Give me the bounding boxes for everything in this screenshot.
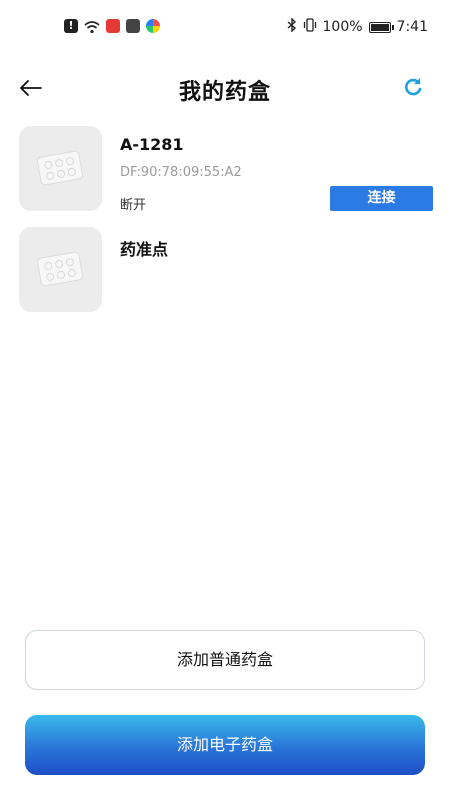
battery-percent: 100%	[322, 19, 363, 35]
wifi-icon	[84, 19, 100, 34]
clock: 7:41	[396, 19, 428, 35]
app-header: 我的药盒	[0, 60, 450, 116]
device-name: A-1281	[120, 135, 184, 154]
alert-icon: !	[64, 19, 78, 33]
pillbox-icon	[37, 251, 83, 287]
connect-button[interactable]: 连接	[330, 186, 433, 211]
refresh-icon	[405, 78, 422, 96]
refresh-button[interactable]	[402, 76, 426, 100]
system-indicators: 100% 7:41	[287, 17, 428, 36]
vibrate-icon	[303, 18, 317, 36]
pillbox-icon	[37, 150, 83, 186]
red-app-icon	[106, 19, 120, 33]
battery-icon	[368, 21, 394, 33]
notification-icons: !	[64, 19, 160, 34]
device-status: 断开	[120, 198, 147, 213]
page-title: 我的药盒	[178, 80, 271, 105]
mail-icon	[126, 19, 140, 33]
device-mac: DF:90:78:09:55:A2	[120, 165, 242, 180]
device-name: 药准点	[120, 240, 169, 259]
pillbox-thumbnail	[19, 126, 102, 211]
add-normal-pillbox-button[interactable]: 添加普通药盒	[25, 630, 425, 690]
device-item[interactable]: A-1281 DF:90:78:09:55:A2 断开 连接	[0, 126, 450, 227]
device-item[interactable]: 药准点	[0, 227, 450, 328]
pillbox-thumbnail	[19, 227, 102, 312]
device-list: A-1281 DF:90:78:09:55:A2 断开 连接 药准点	[0, 126, 450, 328]
color-app-icon	[146, 19, 160, 33]
add-electronic-pillbox-button[interactable]: 添加电子药盒	[25, 715, 425, 775]
status-bar: ! 100% 7:41	[0, 0, 450, 50]
bluetooth-icon	[287, 17, 297, 36]
